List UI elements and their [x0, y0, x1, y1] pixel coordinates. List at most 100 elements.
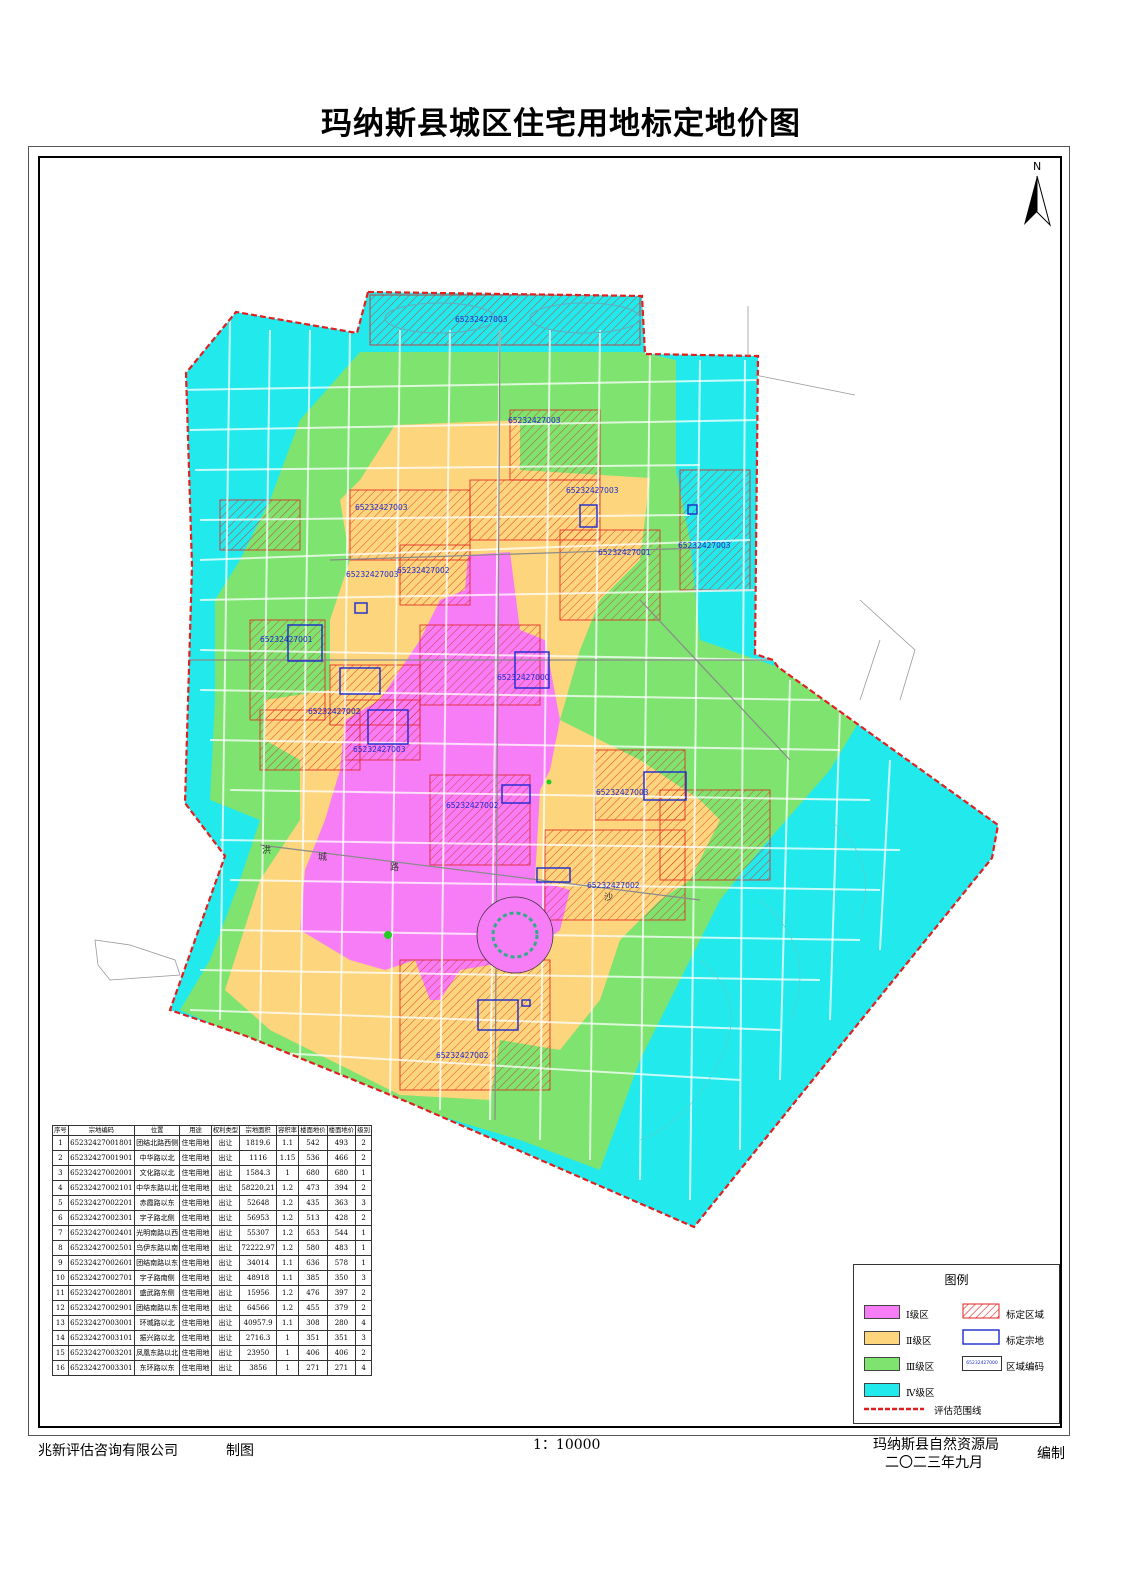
table-cell: 出让: [210, 1345, 241, 1361]
table-cell: 住宅用地: [179, 1315, 212, 1331]
table-cell: 宇子路北侧: [133, 1210, 181, 1226]
table-cell: 58220.21: [239, 1180, 278, 1196]
table-row: 6 65232427002301 宇子路北侧 住宅用地 出让 56953 1.2 513 428…: [52, 1210, 372, 1226]
table-cell: 65232427002501: [67, 1240, 135, 1256]
table-cell: 2: [52, 1150, 69, 1166]
table-cell: 544: [326, 1225, 357, 1241]
table-cell: 1.1: [276, 1255, 300, 1271]
table-header-cell: 楼面地价: [326, 1125, 357, 1136]
table-row: 13 65232427003001 环城路以北 住宅用地 出让 40957.9 1.1 308…: [52, 1315, 372, 1331]
table-cell: 4: [355, 1360, 372, 1376]
table-cell: 1: [355, 1240, 372, 1256]
table-cell: 65232427003101: [67, 1330, 135, 1346]
table-cell: 出让: [210, 1150, 241, 1166]
table-cell: 中华东路以北: [133, 1180, 181, 1196]
table-row: 12 65232427002901 团结南路以东 住宅用地 出让 64566 1.2 455 3…: [52, 1300, 372, 1316]
table-cell: 1: [276, 1345, 300, 1361]
table-row: 1 65232427001801 团结北路西侧 住宅用地 出让 1819.6 1.1 542 4…: [52, 1135, 372, 1151]
table-cell: 406: [298, 1345, 328, 1361]
table-cell: 48918: [239, 1270, 278, 1286]
table-cell: 1: [276, 1330, 300, 1346]
table-cell: 出让: [210, 1285, 241, 1301]
legend-swatch-boundary: [864, 1407, 924, 1411]
table-cell: 65232427003201: [67, 1345, 135, 1361]
table-cell: 65232427001801: [67, 1135, 135, 1151]
table-cell: 文化路以北: [133, 1165, 181, 1181]
table-cell: 住宅用地: [179, 1165, 212, 1181]
table-cell: 出让: [210, 1135, 241, 1151]
made-label: 制图: [226, 1443, 254, 1459]
table-cell: 2: [355, 1150, 372, 1166]
table-cell: 5: [52, 1195, 69, 1211]
table-cell: 466: [326, 1150, 357, 1166]
table-cell: 65232427003001: [67, 1315, 135, 1331]
table-cell: 308: [298, 1315, 328, 1331]
table-cell: 团结南路以东: [133, 1300, 181, 1316]
table-cell: 中华路以北: [133, 1150, 181, 1166]
table-cell: 385: [298, 1270, 328, 1286]
table-cell: 34014: [239, 1255, 278, 1271]
table-cell: 住宅用地: [179, 1240, 212, 1256]
table-cell: 52648: [239, 1195, 278, 1211]
table-cell: 14: [52, 1330, 69, 1346]
table-cell: 住宅用地: [179, 1210, 212, 1226]
table-cell: 1.2: [276, 1225, 300, 1241]
table-cell: 出让: [210, 1270, 241, 1286]
table-cell: 15956: [239, 1285, 278, 1301]
table-cell: 513: [298, 1210, 328, 1226]
table-cell: 40957.9: [239, 1315, 278, 1331]
table-cell: 3: [52, 1165, 69, 1181]
table-cell: 住宅用地: [179, 1360, 212, 1376]
table-cell: 出让: [210, 1360, 241, 1376]
legend-label-grade4: Ⅳ级区: [906, 1388, 935, 1399]
region-code: 65232427001: [598, 548, 651, 557]
region-code: 65232427003: [353, 745, 406, 754]
table-cell: 428: [326, 1210, 357, 1226]
legend-label-zone-code: 区域编码: [1006, 1362, 1045, 1373]
table-row: 15 65232427003201 凤凰东路以北 住宅用地 出让 23950 1 406 406…: [52, 1345, 372, 1361]
north-arrow-icon: N: [1024, 160, 1051, 227]
table-cell: 2716.3: [239, 1330, 278, 1346]
table-cell: 12: [52, 1300, 69, 1316]
table-cell: 16: [52, 1360, 69, 1376]
table-cell: 65232427002601: [67, 1255, 135, 1271]
table-cell: 55307: [239, 1225, 278, 1241]
table-cell: 680: [298, 1165, 328, 1181]
table-cell: 350: [326, 1270, 357, 1286]
table-row: 5 65232427002201 赤霞路以东 住宅用地 出让 52648 1.2 435 363…: [52, 1195, 372, 1211]
table-cell: 65232427002401: [67, 1225, 135, 1241]
table-cell: 1: [276, 1360, 300, 1376]
table-cell: 476: [298, 1285, 328, 1301]
legend: 图例 Ⅰ级区 Ⅱ级区 Ⅲ级区 Ⅳ级区 标定区域 标定宗地 65232427000…: [853, 1264, 1060, 1424]
table-cell: 出让: [210, 1255, 241, 1271]
table-cell: 578: [326, 1255, 357, 1271]
table-cell: 住宅用地: [179, 1150, 212, 1166]
table-cell: 397: [326, 1285, 357, 1301]
table-cell: 351: [326, 1330, 357, 1346]
table-cell: 65232427002101: [67, 1180, 135, 1196]
table-cell: 东环路以东: [133, 1360, 181, 1376]
region-code: 65232427003: [355, 503, 408, 512]
table-cell: 1.2: [276, 1285, 300, 1301]
table-cell: 9: [52, 1255, 69, 1271]
region-code: 65232427003: [678, 541, 731, 550]
legend-swatch-grade2: [864, 1331, 900, 1345]
table-header-row: 序号 宗地编码 位置 用途 权利类型 宗地面积 容积率 楼面地价 楼面地价 级别: [52, 1125, 372, 1136]
table-cell: 住宅用地: [179, 1330, 212, 1346]
table-cell: 1: [355, 1225, 372, 1241]
table-row: 10 65232427002701 宇子路南侧 住宅用地 出让 48918 1.1 385 35…: [52, 1270, 372, 1286]
table-cell: 11: [52, 1285, 69, 1301]
table-cell: 65232427002201: [67, 1195, 135, 1211]
table-cell: 振兴路以北: [133, 1330, 181, 1346]
table-cell: 64566: [239, 1300, 278, 1316]
table-cell: 2: [355, 1300, 372, 1316]
table-row: 8 65232427002501 乌伊东路以南 住宅用地 出让 72222.97 1.2 58…: [52, 1240, 372, 1256]
table-cell: 团结南路以东: [133, 1255, 181, 1271]
table-cell: 住宅用地: [179, 1225, 212, 1241]
legend-label-grade2: Ⅱ级区: [906, 1336, 932, 1347]
table-cell: 680: [326, 1165, 357, 1181]
table-header-cell: 级别: [355, 1125, 372, 1136]
region-code: 65232427000: [497, 673, 550, 682]
table-cell: 3856: [239, 1360, 278, 1376]
table-cell: 出让: [210, 1195, 241, 1211]
